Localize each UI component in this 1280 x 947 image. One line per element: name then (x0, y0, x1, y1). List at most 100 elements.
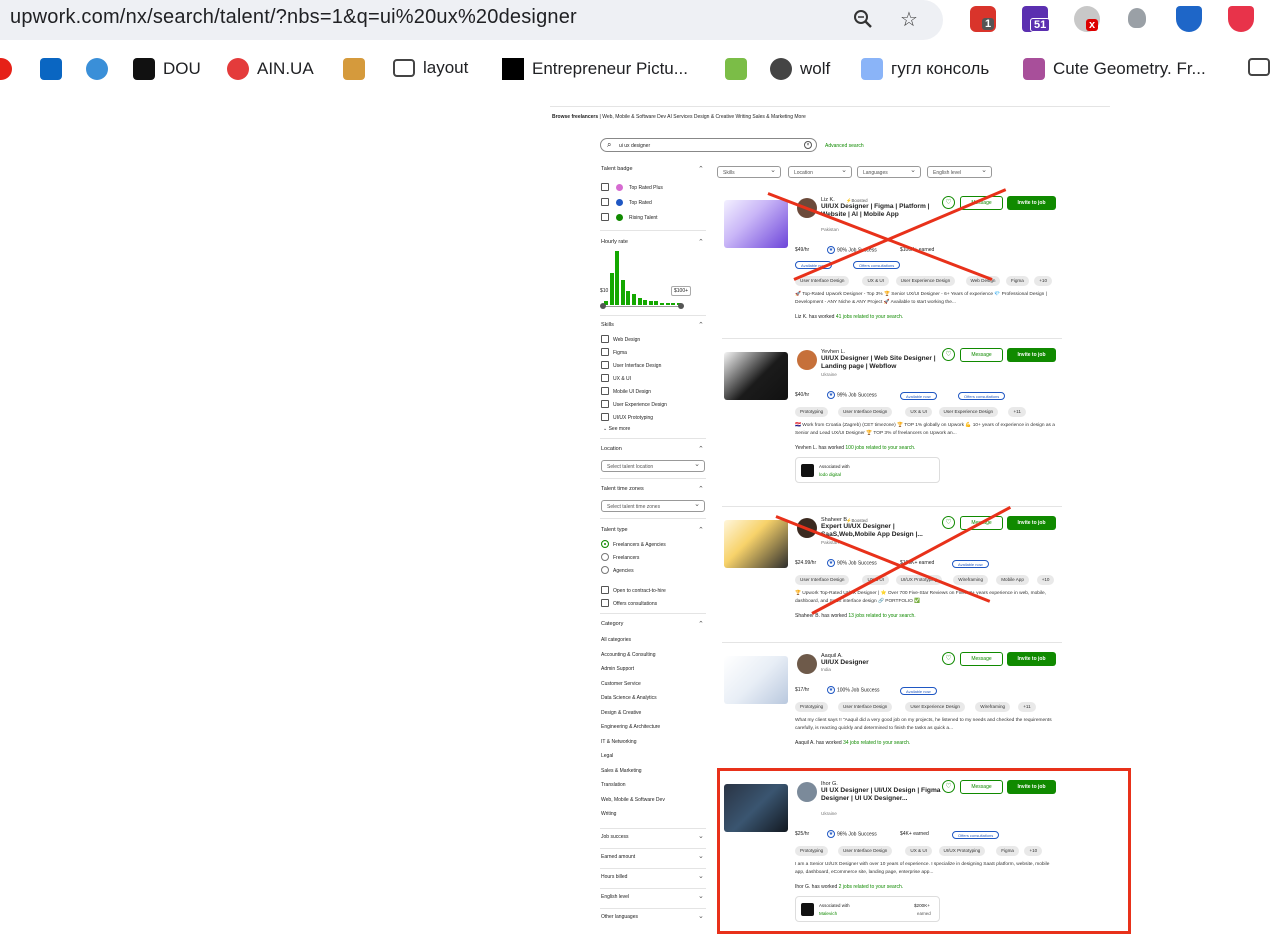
chevron-up-icon[interactable]: ⌃ (698, 620, 704, 628)
checkbox[interactable] (601, 413, 609, 421)
category-link[interactable]: Writing (601, 811, 616, 817)
bookmark-search-console[interactable]: гугл консоль (861, 58, 989, 80)
bookmark-wolf[interactable]: wolf (770, 58, 830, 80)
checkbox[interactable] (601, 400, 609, 408)
radio-selected[interactable] (601, 540, 609, 548)
search-input[interactable]: ⌕ ui ux designer × (600, 138, 817, 152)
category-link[interactable]: Engineering & Architecture (601, 724, 660, 730)
crumb[interactable]: AI Services (667, 114, 692, 120)
agency-association[interactable]: Associated with lodo digital (795, 457, 940, 483)
rate-slider-handle[interactable] (678, 303, 684, 309)
category-link[interactable]: Translation (601, 782, 626, 788)
skill-tag[interactable]: +11 (1008, 407, 1026, 417)
crumb[interactable]: Browse freelancers (552, 114, 598, 120)
time-zones-select[interactable]: Select talent time zones (601, 500, 705, 512)
skill-tag[interactable]: User Interface Design (795, 276, 850, 286)
category-link[interactable]: Web, Mobile & Software Dev (601, 797, 665, 803)
category-link[interactable]: Accounting & Consulting (601, 652, 655, 658)
category-link[interactable]: IT & Networking (601, 739, 636, 745)
location-dropdown[interactable]: Location (788, 166, 852, 178)
skill-tag[interactable]: Mobile App (996, 575, 1029, 585)
skill-tag[interactable]: +10 (1036, 575, 1055, 585)
address-bar[interactable]: upwork.com/nx/search/talent/?nbs=1&q=ui%… (0, 0, 943, 40)
avatar[interactable] (797, 350, 817, 370)
checkbox[interactable] (601, 387, 609, 395)
zoom-icon[interactable] (850, 6, 876, 32)
checkbox[interactable] (601, 586, 609, 594)
skill-tag[interactable]: +11 (1018, 702, 1036, 712)
freelancer-card[interactable]: Liz K. ⚡Boosted UI/UX Designer | Figma | P… (722, 192, 1062, 332)
save-heart-icon[interactable]: ♡ (942, 652, 955, 665)
jobs-worked-link[interactable]: 41 jobs related to your search. (836, 314, 903, 320)
skill-tag[interactable]: User Experience Design (938, 407, 999, 417)
agency-name[interactable]: lodo digital (819, 472, 841, 477)
skill-tag[interactable]: User Experience Design (895, 276, 956, 286)
chevron-down-icon[interactable]: ⌄ (698, 832, 704, 840)
jobs-worked-link[interactable]: 13 jobs related to your search. (848, 613, 915, 619)
advanced-search-link[interactable]: Advanced search (825, 143, 864, 149)
category-link[interactable]: Data Science & Analytics (601, 695, 657, 701)
jobs-worked-link[interactable]: 100 jobs related to your search. (845, 445, 915, 451)
chevron-up-icon[interactable]: ⌃ (698, 165, 704, 173)
category-link[interactable]: Legal (601, 753, 613, 759)
bookmark-item[interactable] (40, 58, 62, 80)
rate-slider-track[interactable] (602, 306, 682, 307)
extension-icon[interactable]: x (1074, 6, 1100, 32)
filter-heading[interactable]: Hours billed (601, 874, 627, 880)
checkbox[interactable] (601, 198, 609, 206)
skill-tag[interactable]: User Experience Design (905, 702, 965, 712)
see-more-link[interactable]: ⌄ See more (603, 426, 630, 432)
crumb[interactable]: Writing (736, 114, 751, 120)
skill-tag[interactable]: Figma (1006, 276, 1029, 286)
bookmark-star-icon[interactable]: ☆ (896, 6, 922, 32)
bookmark-item[interactable] (343, 58, 365, 80)
category-link[interactable]: Design & Creative (601, 710, 641, 716)
invite-button[interactable]: Invite to job (1007, 348, 1056, 362)
chevron-up-icon[interactable]: ⌃ (698, 445, 704, 453)
languages-dropdown[interactable]: Languages (857, 166, 921, 178)
bookmark-folder-layout[interactable]: layout (393, 58, 468, 78)
skill-tag[interactable]: User Interface Design (795, 575, 850, 585)
location-select[interactable]: Select talent location (601, 460, 705, 472)
avatar[interactable] (797, 654, 817, 674)
chevron-up-icon[interactable]: ⌃ (698, 321, 704, 329)
chevron-down-icon[interactable]: ⌄ (698, 852, 704, 860)
checkbox[interactable] (601, 361, 609, 369)
portfolio-thumbnail[interactable] (724, 656, 788, 704)
portfolio-thumbnail[interactable] (724, 200, 788, 248)
invite-button[interactable]: Invite to job (1007, 516, 1056, 530)
checkbox[interactable] (601, 335, 609, 343)
english-level-dropdown[interactable]: English level (927, 166, 992, 178)
freelancer-title[interactable]: Expert UI/UX Designer | SaaS,Web,Mobile … (821, 523, 941, 538)
vpn-shield-icon[interactable] (1176, 6, 1202, 32)
freelancer-card[interactable]: Shaheer B. ⚡Boosted Expert UI/UX Designer … (722, 512, 1062, 640)
portfolio-thumbnail[interactable] (724, 352, 788, 400)
skill-tag[interactable]: User Interface Design (837, 407, 893, 417)
crumb[interactable]: More (794, 114, 805, 120)
category-link[interactable]: Admin Support (601, 666, 634, 672)
url-text[interactable]: upwork.com/nx/search/talent/?nbs=1&q=ui%… (10, 6, 577, 29)
rate-slider-handle[interactable] (600, 303, 606, 309)
save-heart-icon[interactable]: ♡ (942, 516, 955, 529)
skill-tag[interactable]: UX & UI (905, 407, 932, 417)
skill-tag[interactable]: UX & UI (862, 276, 890, 286)
checkbox[interactable] (601, 213, 609, 221)
adblock-icon[interactable]: 1 (970, 6, 996, 32)
bookmark-item[interactable] (86, 58, 108, 80)
skill-tag[interactable]: Wireframing (953, 575, 989, 585)
category-link[interactable]: Customer Service (601, 681, 641, 687)
bookmark-item[interactable] (725, 58, 747, 80)
chevron-down-icon[interactable]: ⌄ (698, 892, 704, 900)
freelancer-title[interactable]: UI/UX Designer (821, 659, 941, 667)
bookmark-ain[interactable]: AIN.UA (227, 58, 314, 80)
jobs-worked-link[interactable]: 34 jobs related to your search. (843, 740, 910, 746)
extension-icon[interactable]: 51 (1022, 6, 1051, 32)
crumb[interactable]: Web, Mobile & Software Dev (602, 114, 666, 120)
skill-tag[interactable]: User Interface Design (837, 702, 893, 712)
skill-tag[interactable]: Prototyping (795, 702, 829, 712)
chevron-up-icon[interactable]: ⌃ (698, 238, 704, 246)
freelancer-title[interactable]: UI/UX Designer | Figma | Platform | Webs… (821, 203, 941, 218)
bookmark-dou[interactable]: DOU (133, 58, 201, 80)
save-heart-icon[interactable]: ♡ (942, 348, 955, 361)
portfolio-thumbnail[interactable] (724, 520, 788, 568)
